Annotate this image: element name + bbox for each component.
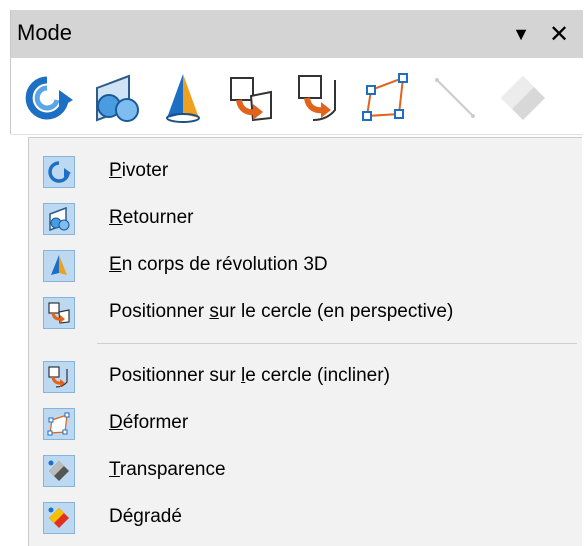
menu-item-label: En corps de révolution 3D	[109, 254, 328, 275]
toolbar-titlebar[interactable]: Mode ▼ ✕	[11, 10, 583, 58]
menu-item-label: Positionner sur le cercle (incliner)	[109, 365, 390, 386]
distort-icon[interactable]	[359, 70, 415, 126]
set-in-circle-slant-icon[interactable]	[291, 70, 347, 126]
menu-item-pivoter[interactable]: Pivoter	[29, 149, 583, 196]
mode-menu: Pivoter Retourner En corps de révolution…	[28, 137, 582, 546]
menu-item-transparence[interactable]: Transparence	[29, 448, 583, 495]
rotate-icon[interactable]	[19, 70, 75, 126]
flip-icon[interactable]	[87, 70, 143, 126]
toolbar-title: Mode	[17, 20, 73, 45]
transparency-icon	[43, 455, 75, 487]
interactive-transparency-icon[interactable]	[427, 70, 483, 126]
menu-item-label: Retourner	[109, 207, 194, 228]
interactive-gradient-icon[interactable]	[495, 70, 551, 126]
menu-item-degrade[interactable]: Dégradé	[29, 495, 583, 542]
menu-item-label: Pivoter	[109, 160, 169, 181]
menu-item-corps-revolution-3d[interactable]: En corps de révolution 3D	[29, 243, 583, 290]
set-in-circle-perspective-icon[interactable]	[223, 70, 279, 126]
3d-rotation-object-icon[interactable]	[155, 70, 211, 126]
menu-separator	[97, 343, 577, 344]
menu-item-label: Positionner sur le cercle (en perspectiv…	[109, 301, 454, 322]
set-in-circle-slant-icon	[43, 361, 75, 393]
menu-item-cercle-incliner[interactable]: Positionner sur le cercle (incliner)	[29, 354, 583, 401]
set-in-circle-perspective-icon	[43, 297, 75, 329]
menu-item-cercle-perspective[interactable]: Positionner sur le cercle (en perspectiv…	[29, 290, 583, 337]
menu-item-deformer[interactable]: Déformer	[29, 401, 583, 448]
distort-icon	[43, 408, 75, 440]
toolbar-icons-row	[11, 58, 583, 135]
menu-item-label: Déformer	[109, 412, 189, 433]
menu-item-retourner[interactable]: Retourner	[29, 196, 583, 243]
close-icon[interactable]: ✕	[543, 18, 575, 50]
dropdown-arrow-icon[interactable]: ▼	[505, 18, 537, 50]
mode-toolbar: Mode ▼ ✕	[10, 10, 583, 135]
gradient-icon	[43, 502, 75, 534]
rotate-icon	[43, 156, 75, 188]
menu-item-label: Dégradé	[109, 506, 182, 527]
3d-rotation-object-icon	[43, 250, 75, 282]
menu-item-label: Transparence	[109, 459, 226, 480]
flip-icon	[43, 203, 75, 235]
